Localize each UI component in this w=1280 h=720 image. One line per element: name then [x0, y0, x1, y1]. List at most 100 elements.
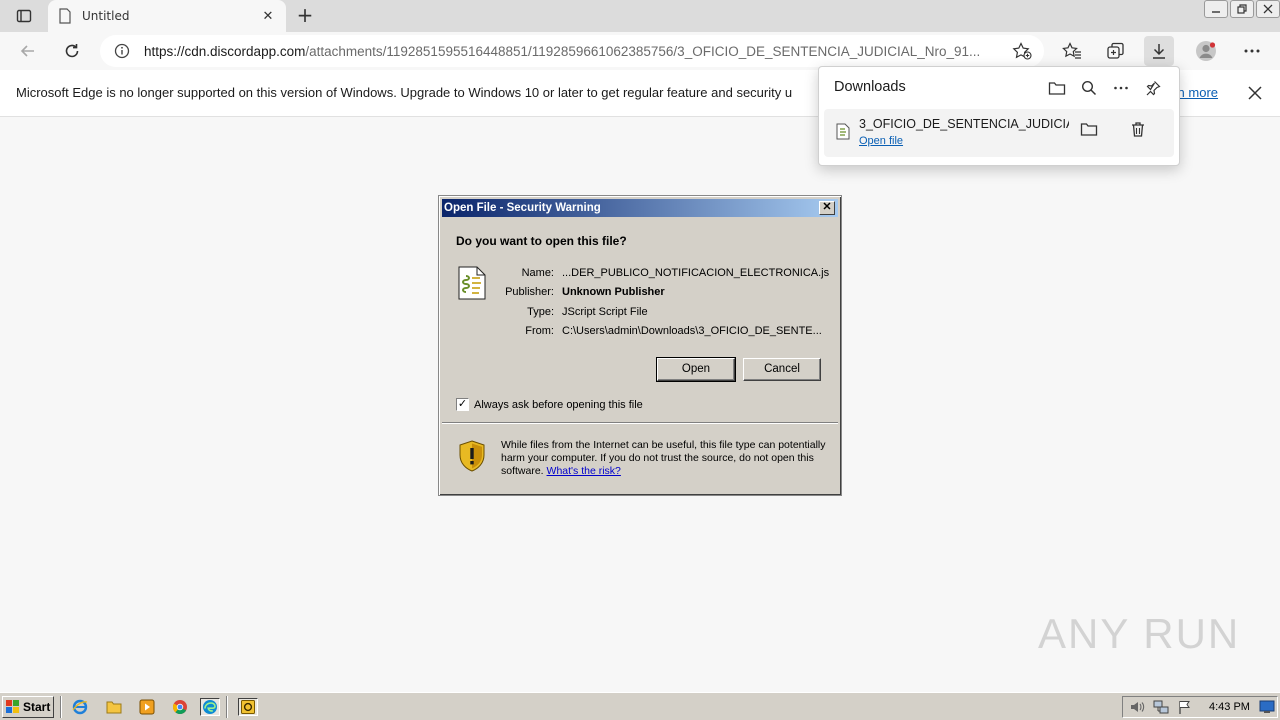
always-ask-label[interactable]: Always ask before opening this file: [474, 399, 643, 411]
address-bar[interactable]: https://cdn.discordapp.com/attachments/1…: [100, 35, 1044, 67]
taskbar: Start 4:43 PM: [0, 692, 1280, 720]
taskbar-separator: [226, 696, 228, 718]
minimize-button[interactable]: [1204, 0, 1228, 18]
back-arrow-icon: [20, 45, 34, 57]
url-host: https://cdn.discordapp.com: [144, 43, 306, 59]
favorites-icon: [1062, 42, 1081, 59]
tray-volume[interactable]: [1127, 698, 1147, 716]
infobar-close-button[interactable]: [1246, 84, 1264, 106]
browser-toolbar: https://cdn.discordapp.com/attachments/1…: [0, 32, 1280, 70]
chrome-icon: [172, 700, 187, 715]
dialog-close-button[interactable]: ✕: [819, 201, 835, 215]
close-icon: [1248, 86, 1262, 100]
quicklaunch-explorer[interactable]: [104, 698, 124, 716]
star-plus-icon: [1012, 42, 1032, 60]
quicklaunch-ie[interactable]: [70, 698, 90, 716]
more-icon: [1244, 49, 1260, 53]
minimize-icon: [1212, 11, 1220, 13]
anyrun-watermark: ANY RUN: [1038, 610, 1241, 657]
close-icon: [1263, 4, 1273, 14]
tray-network[interactable]: [1151, 698, 1171, 716]
flag-icon: [1179, 701, 1190, 714]
restore-button[interactable]: [1230, 0, 1254, 18]
show-desktop-icon: [1259, 700, 1275, 713]
name-value: ...DER_PUBLICO_NOTIFICACION_ELECTRONICA.…: [562, 267, 830, 279]
url-path: /attachments/1192851595516448851/1192859…: [305, 43, 981, 59]
refresh-button[interactable]: [57, 36, 87, 66]
downloads-title: Downloads: [834, 79, 906, 95]
folder-icon: [1048, 82, 1066, 95]
address-url[interactable]: https://cdn.discordapp.com/attachments/1…: [144, 44, 984, 59]
search-icon: [1081, 80, 1097, 96]
clock[interactable]: 4:43 PM: [1209, 701, 1250, 713]
speaker-icon: [1131, 702, 1145, 712]
open-file-link[interactable]: Open file: [859, 135, 903, 147]
app-window-icon: [241, 700, 255, 714]
media-player-icon: [139, 699, 155, 715]
name-label: Name:: [521, 267, 554, 279]
window-controls: [24, 0, 1280, 18]
search-downloads-button[interactable]: [1073, 77, 1105, 99]
quicklaunch-chrome[interactable]: [170, 698, 190, 716]
folder-icon: [106, 701, 122, 714]
close-window-button[interactable]: [1256, 0, 1280, 18]
delete-download-button[interactable]: [1130, 121, 1146, 142]
shield-warning-icon: [459, 440, 485, 472]
dialog-separator: [442, 422, 838, 424]
settings-more-button[interactable]: [1237, 36, 1267, 66]
download-item[interactable]: 3_OFICIO_DE_SENTENCIA_JUDICIAL_ Open fil…: [824, 109, 1174, 157]
start-button[interactable]: Start: [2, 696, 54, 718]
publisher-value: Unknown Publisher: [562, 286, 665, 298]
show-desktop-button[interactable]: [1257, 698, 1277, 716]
dialog-question: Do you want to open this file?: [456, 234, 627, 248]
taskbar-app-window[interactable]: [238, 698, 258, 716]
edge-icon: [203, 700, 217, 714]
network-icon: [1153, 700, 1169, 714]
infobar-message: Microsoft Edge is no longer supported on…: [16, 85, 793, 100]
downloads-flyout: Downloads 3_OFICIO_DE_SENTENCIA_JUDICIAL…: [818, 66, 1180, 166]
download-icon: [1153, 44, 1165, 59]
show-in-folder-button[interactable]: [1080, 121, 1098, 141]
system-tray: 4:43 PM: [1122, 696, 1278, 718]
back-button[interactable]: [13, 36, 43, 66]
collections-button[interactable]: [1101, 36, 1131, 66]
whats-the-risk-link[interactable]: What's the risk?: [547, 465, 621, 477]
pin-downloads-button[interactable]: [1137, 77, 1169, 99]
more-icon: [1114, 86, 1128, 90]
avatar-icon: [1196, 41, 1216, 61]
restore-icon: [1237, 4, 1247, 14]
downloads-header-actions: [1041, 77, 1169, 99]
open-downloads-folder-button[interactable]: [1041, 77, 1073, 99]
downloads-button[interactable]: [1144, 36, 1174, 66]
favorites-button[interactable]: [1057, 36, 1087, 66]
script-file-icon: [836, 123, 850, 140]
trash-icon: [1132, 122, 1144, 137]
quicklaunch-media[interactable]: [137, 698, 157, 716]
from-value: C:\Users\admin\Downloads\3_OFICIO_DE_SEN…: [562, 325, 822, 337]
taskbar-separator: [60, 696, 62, 718]
start-label: Start: [23, 700, 51, 714]
publisher-label: Publisher:: [505, 286, 554, 298]
security-warning-dialog: Open File - Security Warning ✕ Do you wa…: [438, 195, 842, 496]
type-label: Type:: [527, 306, 554, 318]
windows-logo-icon: [6, 700, 19, 713]
download-filename: 3_OFICIO_DE_SENTENCIA_JUDICIAL_: [859, 117, 1069, 131]
refresh-icon: [65, 44, 79, 58]
downloads-more-button[interactable]: [1105, 77, 1137, 99]
folder-icon: [1080, 123, 1098, 136]
profile-button[interactable]: [1191, 36, 1221, 66]
type-value: JScript Script File: [562, 306, 648, 318]
warning-text: While files from the Internet can be use…: [501, 439, 831, 478]
collections-icon: [1107, 42, 1124, 59]
from-label: From:: [525, 325, 554, 337]
tray-action-center[interactable]: [1175, 698, 1195, 716]
dialog-title-bar[interactable]: Open File - Security Warning ✕: [442, 199, 838, 217]
dialog-title: Open File - Security Warning: [444, 202, 601, 214]
open-button[interactable]: Open: [656, 357, 736, 382]
always-ask-checkbox[interactable]: ✓: [456, 398, 469, 411]
internet-explorer-icon: [72, 699, 88, 715]
taskbar-edge[interactable]: [200, 698, 220, 716]
add-favorite-button[interactable]: [1012, 42, 1032, 64]
info-icon[interactable]: [114, 43, 130, 59]
cancel-button[interactable]: Cancel: [743, 358, 821, 381]
